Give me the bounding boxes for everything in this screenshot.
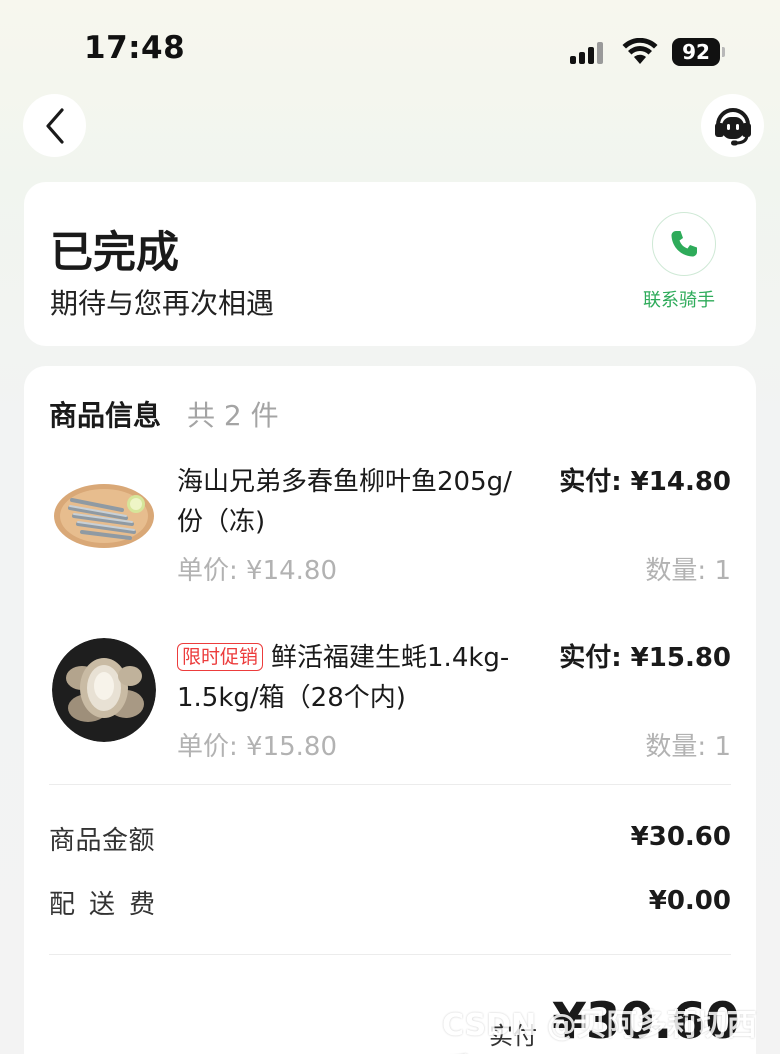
delivery-fee-row: 配送费 ¥0.00 bbox=[24, 884, 756, 924]
goods-amount-row: 商品金额 ¥30.60 bbox=[24, 820, 756, 860]
watermark-text: CSDN @贝阿多莉切西瓜 bbox=[442, 1008, 757, 1054]
back-button[interactable] bbox=[23, 94, 86, 157]
divider bbox=[49, 954, 731, 955]
goods-item-name: 限时促销 鲜活福建生蚝1.4kg-1.5kg/箱（28个内) bbox=[177, 638, 537, 718]
goods-section-title: 商品信息 bbox=[49, 399, 162, 432]
contact-rider-label[interactable]: 联系骑手 bbox=[643, 286, 715, 312]
order-status-title: 已完成 bbox=[50, 228, 179, 278]
goods-item-paid: 实付: ¥14.80 bbox=[559, 467, 731, 497]
promo-tag: 限时促销 bbox=[177, 643, 264, 671]
goods-item-unit-price: 单价: ¥14.80 bbox=[177, 556, 337, 586]
goods-item-quantity: 数量: 1 bbox=[645, 556, 731, 586]
battery-icon: 92 bbox=[672, 38, 725, 66]
product-image-oyster bbox=[52, 638, 156, 742]
signal-icon bbox=[570, 40, 610, 64]
goods-amount-value: ¥30.60 bbox=[630, 822, 731, 852]
battery-level: 92 bbox=[672, 38, 720, 66]
goods-info-card: 商品信息 共 2 件 海山兄弟多春鱼柳叶鱼205g/份（冻) 实付: ¥14.8… bbox=[24, 366, 756, 1054]
chevron-left-icon bbox=[45, 107, 64, 144]
product-image-fish bbox=[52, 462, 156, 566]
customer-service-button[interactable] bbox=[701, 94, 764, 157]
delivery-fee-label: 配送费 bbox=[49, 890, 170, 920]
status-bar: 17:48 92 bbox=[0, 0, 780, 100]
order-status-card: 已完成 期待与您再次相遇 联系骑手 bbox=[24, 182, 756, 346]
wifi-icon bbox=[622, 37, 658, 66]
goods-item-unit-price: 单价: ¥15.80 bbox=[177, 732, 337, 762]
goods-item[interactable]: 限时促销 鲜活福建生蚝1.4kg-1.5kg/箱（28个内) 实付: ¥15.80… bbox=[24, 638, 756, 788]
status-time: 17:48 bbox=[84, 30, 186, 66]
contact-rider-button[interactable] bbox=[652, 212, 716, 276]
headset-icon bbox=[714, 107, 751, 145]
delivery-fee-value: ¥0.00 bbox=[648, 886, 731, 916]
goods-item-quantity: 数量: 1 bbox=[645, 732, 731, 762]
goods-item[interactable]: 海山兄弟多春鱼柳叶鱼205g/份（冻) 实付: ¥14.80 单价: ¥14.8… bbox=[24, 462, 756, 612]
divider bbox=[49, 784, 731, 785]
goods-item-name: 海山兄弟多春鱼柳叶鱼205g/份（冻) bbox=[177, 467, 512, 537]
goods-item-paid: 实付: ¥15.80 bbox=[559, 643, 731, 673]
goods-count: 共 2 件 bbox=[187, 399, 279, 432]
phone-icon bbox=[671, 231, 697, 257]
order-status-subtitle: 期待与您再次相遇 bbox=[50, 287, 275, 320]
goods-amount-label: 商品金额 bbox=[49, 826, 156, 856]
